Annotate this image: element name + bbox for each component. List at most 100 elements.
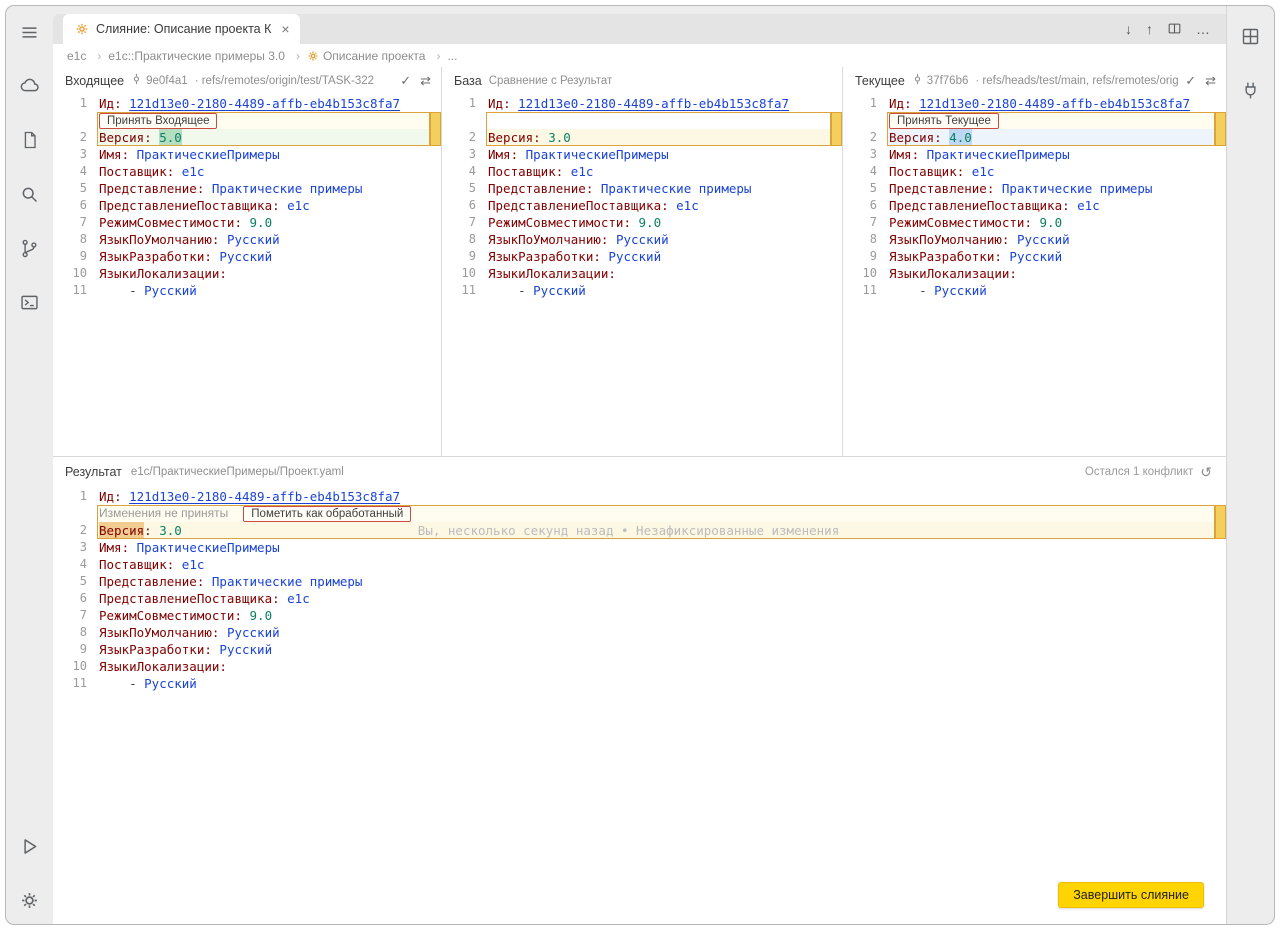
current-pane: Текущее 37f76b6 refs/heads/test/main, re…: [842, 67, 1226, 456]
pane-title: База: [454, 74, 482, 88]
compare-icon[interactable]: ⇄: [1205, 73, 1216, 89]
line-number: 10: [442, 265, 476, 282]
breadcrumb-item[interactable]: ...: [447, 49, 457, 63]
breadcrumb-item[interactable]: Описание проекта: [307, 49, 448, 63]
line-content: ЯзыкиЛокализации:: [476, 265, 842, 282]
menu-icon[interactable]: [18, 20, 42, 44]
table-grid-icon[interactable]: [1239, 24, 1263, 48]
editor-area: e1c e1c::Практические примеры 3.0 Описан…: [53, 44, 1226, 924]
line-number: 9: [843, 248, 877, 265]
code-token: :: [167, 163, 182, 180]
code-token: :: [533, 129, 548, 146]
accept-all-icon[interactable]: ✓: [400, 73, 411, 89]
code-line: 1Ид: 121d13e0-2180-4489-affb-eb4b153c8fa…: [53, 488, 1226, 505]
run-icon[interactable]: [18, 834, 42, 858]
code-token: Версия: [889, 129, 934, 146]
conflict-block: Изменения не принятыПометить как обработ…: [53, 505, 1226, 539]
code-token: 4.0: [949, 129, 972, 146]
finish-merge-button[interactable]: Завершить слияние: [1058, 882, 1204, 908]
tab-merge[interactable]: Слияние: Описание проекта К ×: [63, 14, 300, 44]
line-content: РежимСовместимости: 9.0: [87, 214, 441, 231]
settings-gear-icon[interactable]: [18, 888, 42, 912]
line-number: 4: [53, 163, 87, 180]
code-token: :: [1024, 214, 1039, 231]
search-icon[interactable]: [18, 182, 42, 206]
base-pane-header: База Сравнение с Результат: [442, 67, 842, 92]
code-token: :: [204, 248, 219, 265]
code-token: ПрактическиеПримеры: [927, 146, 1070, 163]
line-content: Изменения не принятыПометить как обработ…: [97, 505, 1215, 522]
explorer-file-icon[interactable]: [18, 128, 42, 152]
split-editor-icon[interactable]: [1167, 21, 1182, 38]
line-content: Имя: ПрактическиеПримеры: [87, 146, 441, 163]
plug-icon[interactable]: [1239, 78, 1263, 102]
code-line: 10ЯзыкиЛокализации:: [53, 265, 441, 282]
code-token: :: [272, 590, 287, 607]
code-line: 4Поставщик: e1c: [843, 163, 1226, 180]
overview-ruler-marker: [430, 112, 441, 146]
code-token: Ид: [99, 95, 114, 112]
breadcrumb-item[interactable]: e1c::Практические примеры 3.0: [108, 49, 307, 63]
code-token: :: [904, 95, 919, 112]
code-line: 7РежимСовместимости: 9.0: [53, 607, 1226, 624]
line-content: Имя: ПрактическиеПримеры: [877, 146, 1226, 163]
accept-incoming-button[interactable]: Принять Входящее: [99, 113, 217, 129]
result-editor[interactable]: 1Ид: 121d13e0-2180-4489-affb-eb4b153c8fa…: [53, 485, 1226, 924]
code-token: Практические примеры: [212, 180, 363, 197]
undo-icon[interactable]: ↺: [1200, 464, 1212, 481]
line-number: 8: [442, 231, 476, 248]
blame-annotation: Вы, несколько секунд назад • Незафиксиро…: [418, 522, 839, 539]
line-content: Представление: Практические примеры: [87, 573, 1226, 590]
code-line: 11 - Русский: [53, 675, 1226, 692]
compare-icon[interactable]: ⇄: [420, 73, 431, 89]
breadcrumb-item[interactable]: e1c: [67, 49, 108, 63]
code-token: -: [99, 675, 144, 692]
more-actions-icon[interactable]: …: [1196, 22, 1210, 36]
code-token: :: [957, 163, 972, 180]
line-number: 10: [53, 265, 87, 282]
line-content: Версия: 3.0Вы, несколько секунд назад • …: [97, 522, 1215, 539]
line-number: 3: [843, 146, 877, 163]
code-token: 3.0: [159, 522, 182, 539]
prev-diff-icon[interactable]: ↑: [1146, 22, 1153, 36]
code-token: Имя: [99, 539, 122, 556]
code-token: 3.0: [548, 129, 571, 146]
line-number: 11: [53, 675, 87, 692]
line-content: Версия: 3.0: [486, 129, 831, 146]
accept-all-icon[interactable]: ✓: [1185, 73, 1196, 89]
cloud-icon[interactable]: [18, 74, 42, 98]
line-number: 6: [53, 590, 87, 607]
close-icon[interactable]: ×: [281, 21, 289, 37]
code-token: Практические примеры: [1002, 180, 1153, 197]
result-file-path: e1c/ПрактическиеПримеры/Проект.yaml: [131, 466, 344, 478]
code-line: 8ЯзыкПоУмолчанию: Русский: [53, 624, 1226, 641]
line-content: Принять Входящее: [97, 113, 430, 129]
accept-current-button[interactable]: Принять Текущее: [889, 113, 999, 129]
code-token: 9.0: [1040, 214, 1063, 231]
mark-resolved-button[interactable]: Пометить как обработанный: [243, 506, 411, 522]
debug-console-icon[interactable]: [18, 290, 42, 314]
conflicts-remaining-label: Остался 1 конфликт: [1085, 466, 1193, 478]
code-token: Ид: [889, 95, 904, 112]
line-number: 2: [53, 129, 87, 146]
next-diff-icon[interactable]: ↓: [1125, 22, 1132, 36]
editor-actions: ↓ ↑ …: [1125, 14, 1226, 44]
code-line: 5Представление: Практические примеры: [53, 180, 441, 197]
code-line: 9ЯзыкРазработки: Русский: [843, 248, 1226, 265]
current-editor[interactable]: 1Ид: 121d13e0-2180-4489-affb-eb4b153c8fa…: [843, 92, 1226, 456]
line-content: - Русский: [87, 282, 441, 299]
code-token: ЯзыкПоУмолчанию: [488, 231, 601, 248]
line-content: ЯзыкПоУмолчанию: Русский: [476, 231, 842, 248]
incoming-editor[interactable]: 1Ид: 121d13e0-2180-4489-affb-eb4b153c8fa…: [53, 92, 441, 456]
code-line: 10ЯзыкиЛокализации:: [843, 265, 1226, 282]
git-branch-icon[interactable]: [18, 236, 42, 260]
conflict-block: Принять Текущее2Версия: 4.0: [843, 112, 1226, 146]
gear-icon: [307, 50, 319, 62]
line-number: 11: [53, 282, 87, 299]
code-token: Версия: [99, 129, 144, 146]
code-line: 6ПредставлениеПоставщика: e1c: [53, 197, 441, 214]
pane-title: Текущее: [855, 74, 905, 88]
overview-ruler-marker: [1215, 112, 1226, 146]
base-editor[interactable]: 1Ид: 121d13e0-2180-4489-affb-eb4b153c8fa…: [442, 92, 842, 456]
activity-bar-top: [18, 20, 42, 314]
